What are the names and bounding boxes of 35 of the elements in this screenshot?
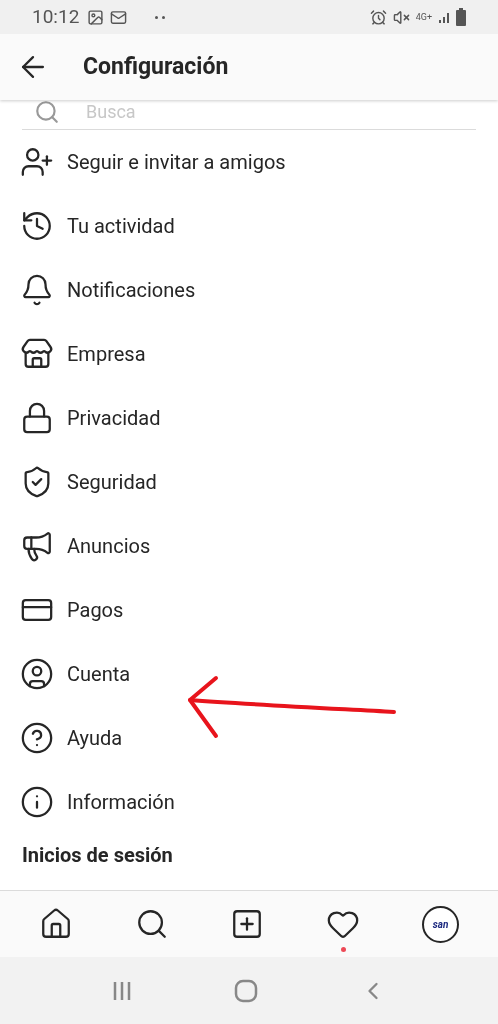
battery-icon [456,8,466,26]
settings-item[interactable]: Ayuda [0,706,498,770]
header-title: Configuración [83,51,229,82]
bell-icon [20,273,54,307]
mute-icon [392,8,410,26]
lock-icon [20,401,54,435]
settings-item[interactable]: Cuenta [0,642,498,706]
network-label: 4G+ [415,12,432,22]
add-person-icon [20,145,54,179]
settings-item[interactable]: Notificaciones [0,258,498,322]
settings-item[interactable]: Privacidad [0,386,498,450]
help-icon [20,721,54,755]
person-circle-icon [20,657,54,691]
dots-icon [155,15,166,19]
home-button-icon[interactable] [234,978,258,1003]
clock-icon [20,209,54,243]
settings-item[interactable]: Información [0,770,498,834]
signal-icon [438,10,452,24]
image-icon [87,8,105,26]
settings-item[interactable]: Anuncios [0,514,498,578]
settings-item[interactable]: Seguridad [0,450,498,514]
shop-icon [20,337,54,371]
megaphone-icon [20,529,54,563]
settings-item[interactable]: Empresa [0,322,498,386]
alarm-icon [369,8,387,26]
settings-item[interactable]: Tu actividad [0,194,498,258]
mail-icon [110,8,128,26]
search-icon [34,99,60,125]
status-time: 10:12 [32,3,80,30]
section-heading: Inicios de sesión [22,842,174,869]
search-field[interactable]: Busca [86,98,446,125]
settings-item[interactable]: Seguir e invitar a amigos [0,130,498,194]
profile-avatar[interactable]: san [422,905,460,943]
info-icon [20,785,54,819]
settings-item[interactable]: Pagos [0,578,498,642]
